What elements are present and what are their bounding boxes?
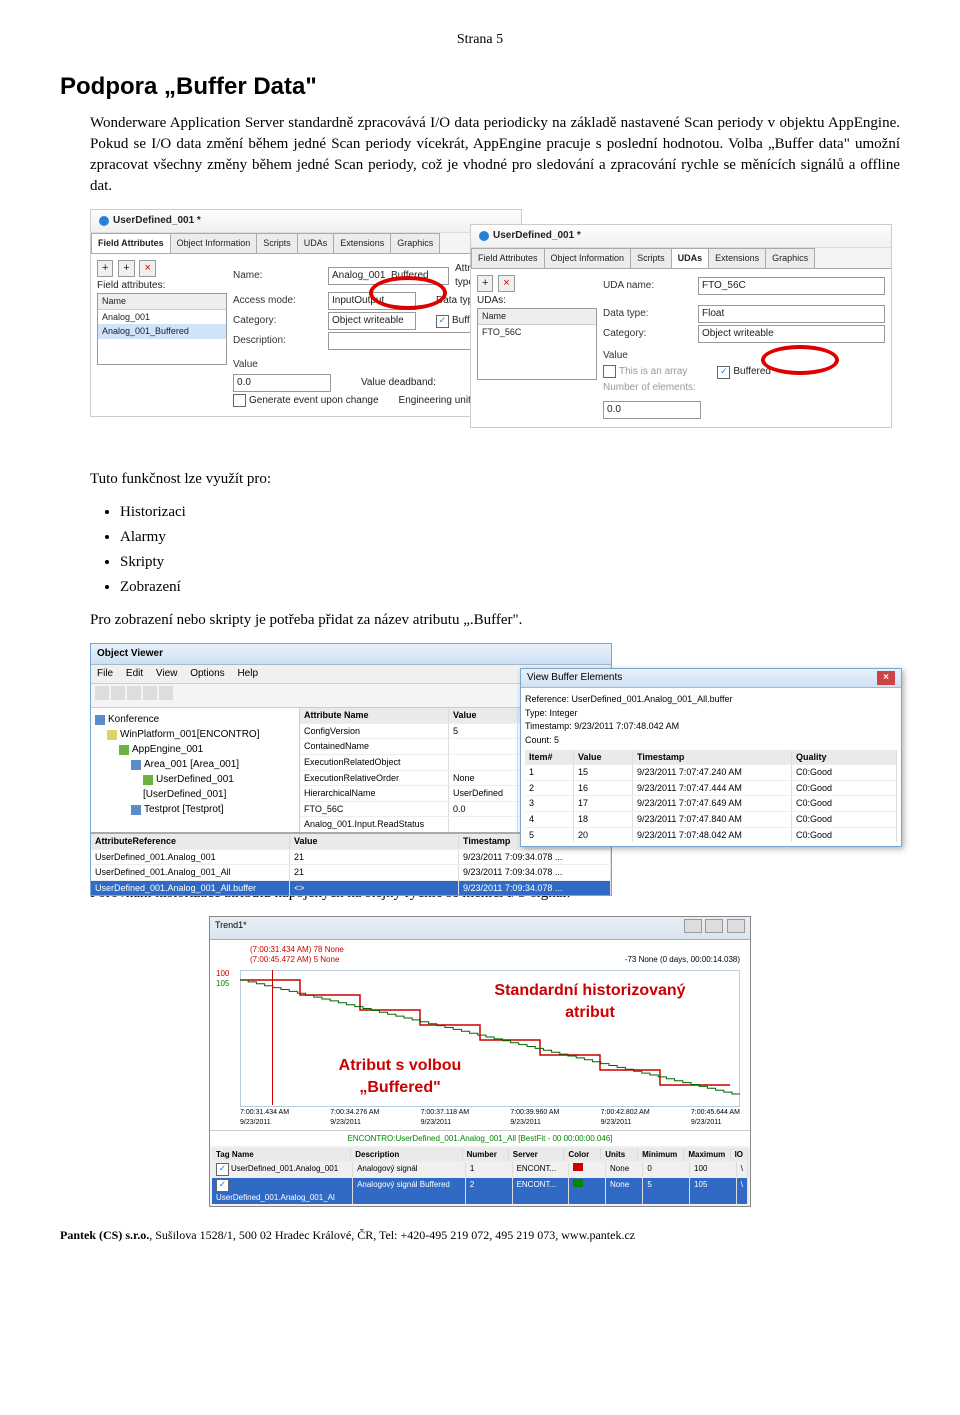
tab-strip: Field Attributes Object Information Scri… <box>91 233 521 254</box>
tab-extensions[interactable]: Extensions <box>333 233 391 253</box>
list-item[interactable]: Analog_001_Buffered <box>98 324 226 339</box>
tab-strip: Field Attributes Object Information Scri… <box>471 248 891 269</box>
category-dropdown[interactable]: Object writeable <box>328 312 416 330</box>
add-button-2[interactable]: + <box>118 260 134 277</box>
buffer-elements-popup: View Buffer Elements× Reference: UserDef… <box>520 668 902 847</box>
menu-help[interactable]: Help <box>237 668 258 679</box>
list-item: Alarmy <box>120 527 900 548</box>
cursor-line <box>272 970 273 1105</box>
toolbar-button[interactable] <box>127 686 141 700</box>
close-button[interactable] <box>727 919 745 933</box>
table-row[interactable]: 5209/23/2011 7:07:48.042 AMC0:Good <box>525 827 897 843</box>
remove-button[interactable]: × <box>498 275 514 292</box>
popup-title-text: View Buffer Elements <box>527 671 622 685</box>
data-type-dropdown[interactable]: Float <box>698 305 885 323</box>
menu-edit[interactable]: Edit <box>126 668 143 679</box>
annotation-standard: Standardní historizovaný atribut <box>490 980 690 1025</box>
list-item: Skripty <box>120 552 900 573</box>
highlight-circle <box>761 345 839 375</box>
menu-view[interactable]: View <box>156 668 178 679</box>
gen-event-checkbox[interactable] <box>233 394 246 407</box>
tab-object-information[interactable]: Object Information <box>544 248 632 268</box>
remove-button[interactable]: × <box>139 260 155 277</box>
trend-tag-grid[interactable]: Tag Name Description Number Server Color… <box>210 1146 750 1206</box>
heading: Podpora „Buffer Data" <box>60 70 900 104</box>
footer: Pantek (CS) s.r.o., Sušilova 1528/1, 500… <box>60 1227 900 1244</box>
field-attrs-list[interactable]: Name Analog_001 Analog_001_Buffered <box>97 293 227 365</box>
tab-udas[interactable]: UDAs <box>671 248 710 268</box>
window-title: Trend1* <box>215 919 247 937</box>
field-attrs-label: Field attributes: <box>97 279 227 293</box>
tab-graphics[interactable]: Graphics <box>765 248 815 268</box>
table-row[interactable]: 3179/23/2011 7:07:47.649 AMC0:Good <box>525 795 897 811</box>
table-row[interactable]: UserDefined_001.Analog_001_All219/23/201… <box>91 864 611 880</box>
list-item: Historizaci <box>120 502 900 523</box>
table-row[interactable]: 1159/23/2011 7:07:47.240 AMC0:Good <box>525 764 897 780</box>
udas-label: UDAs: <box>477 294 597 308</box>
uda-list[interactable]: Name FTO_56C <box>477 308 597 380</box>
window-title: Object Viewer <box>91 644 611 665</box>
x-axis-ticks: 7:00:31.434 AM9/23/2011 7:00:34.276 AM9/… <box>240 1108 740 1128</box>
usage-intro: Tuto funkčnost lze využít pro: <box>90 469 900 490</box>
table-row[interactable]: UserDefined_001.Analog_001_AlAnalogový s… <box>212 1177 748 1204</box>
table-row[interactable]: UserDefined_001.Analog_001Analogový sign… <box>212 1161 748 1177</box>
usage-note: Pro zobrazení nebo skripty je potřeba př… <box>90 610 900 631</box>
tab-graphics[interactable]: Graphics <box>390 233 440 253</box>
config-window-field-attrs: UserDefined_001 * Field Attributes Objec… <box>90 209 522 417</box>
bestfit-label: ENCONTRO:UserDefined_001.Analog_001_All … <box>210 1131 750 1146</box>
tab-udas[interactable]: UDAs <box>297 233 335 253</box>
window-title: UserDefined_001 * <box>471 225 891 248</box>
add-button[interactable]: + <box>477 275 493 292</box>
minimize-button[interactable] <box>684 919 702 933</box>
page-number: Strana 5 <box>60 30 900 50</box>
toolbar-button[interactable] <box>95 686 109 700</box>
app-icon <box>479 231 489 241</box>
table-row[interactable]: UserDefined_001.Analog_001_All.buffer<>9… <box>91 880 611 896</box>
toolbar-button[interactable] <box>159 686 173 700</box>
trend-window: Trend1* (7:00:31.434 AM) 78 None (7:00:4… <box>209 916 751 1207</box>
tab-field-attributes[interactable]: Field Attributes <box>91 233 171 253</box>
tab-field-attributes[interactable]: Field Attributes <box>471 248 545 268</box>
intro-paragraph: Wonderware Application Server standardně… <box>90 113 900 197</box>
object-tree[interactable]: Konference WinPlatform_001[ENCONTRO] App… <box>91 708 300 832</box>
usage-list: Historizaci Alarmy Skripty Zobrazení <box>120 502 900 598</box>
chart-area[interactable]: (7:00:31.434 AM) 78 None (7:00:45.472 AM… <box>210 940 750 1131</box>
highlight-circle <box>369 276 447 310</box>
list-item[interactable]: FTO_56C <box>478 325 596 340</box>
tab-extensions[interactable]: Extensions <box>708 248 766 268</box>
window-title: UserDefined_001 * <box>91 210 521 233</box>
category-dropdown[interactable]: Object writeable <box>698 325 885 343</box>
delta-readout: -73 None (0 days, 00:00:14.038) <box>625 954 740 965</box>
toolbar-button[interactable] <box>143 686 157 700</box>
value-field[interactable]: 0.0 <box>233 374 331 392</box>
table-row[interactable]: 4189/23/2011 7:07:47.840 AMC0:Good <box>525 811 897 827</box>
array-checkbox[interactable] <box>603 365 616 378</box>
tab-scripts[interactable]: Scripts <box>256 233 298 253</box>
list-item[interactable]: Analog_001 <box>98 310 226 325</box>
uda-name-field[interactable]: FTO_56C <box>698 277 885 295</box>
maximize-button[interactable] <box>705 919 723 933</box>
add-button[interactable]: + <box>97 260 113 277</box>
y-tick-mid: 105 <box>216 978 229 989</box>
toolbar-button[interactable] <box>111 686 125 700</box>
close-button[interactable]: × <box>877 671 895 685</box>
table-row[interactable]: 2169/23/2011 7:07:47.444 AMC0:Good <box>525 780 897 796</box>
value-field[interactable]: 0.0 <box>603 401 701 419</box>
list-item: Zobrazení <box>120 577 900 598</box>
annotation-buffered: Atribut s volbou „Buffered" <box>320 1055 480 1100</box>
menu-file[interactable]: File <box>97 668 113 679</box>
tab-object-information[interactable]: Object Information <box>170 233 258 253</box>
menu-options[interactable]: Options <box>190 668 224 679</box>
table-row[interactable]: UserDefined_001.Analog_001219/23/2011 7:… <box>91 849 611 865</box>
tab-scripts[interactable]: Scripts <box>630 248 672 268</box>
buffered-checkbox[interactable] <box>717 366 730 379</box>
buffered-checkbox[interactable] <box>436 315 449 328</box>
config-window-udas: UserDefined_001 * Field Attributes Objec… <box>470 224 892 428</box>
cursor-readout-2: (7:00:45.472 AM) 5 None <box>250 954 339 965</box>
app-icon <box>99 216 109 226</box>
